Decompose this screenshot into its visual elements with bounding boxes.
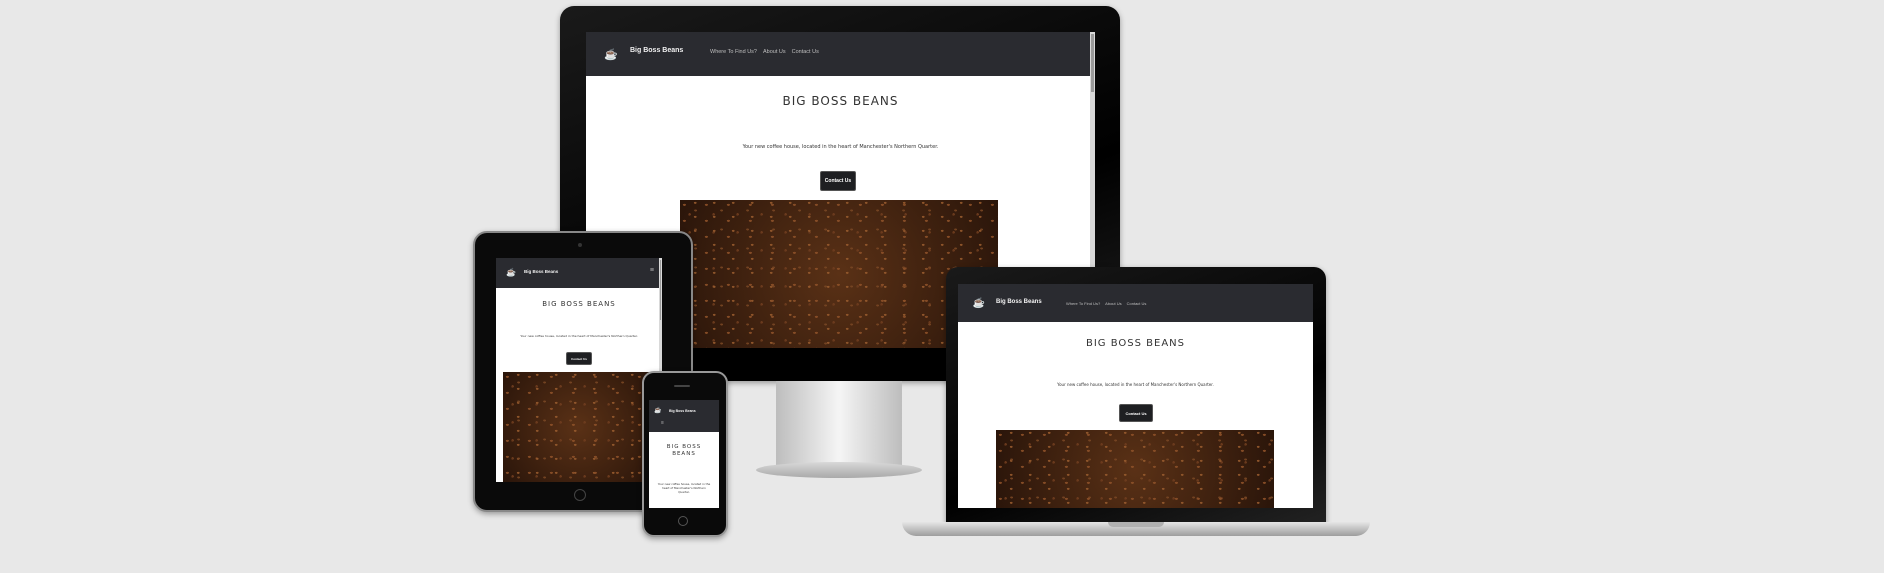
tagline: Your new coffee house, located in the he…: [657, 482, 711, 494]
page-title: BIG BOSS BEANS: [782, 94, 899, 108]
page-title-line-2: BEANS: [672, 451, 696, 457]
hero-image: [503, 372, 653, 482]
nav-where-to-find-us[interactable]: Where To Find Us?: [1066, 301, 1100, 306]
tagline: Your new coffee house, located in the he…: [1057, 382, 1214, 387]
hamburger-menu-icon[interactable]: ≡: [661, 420, 664, 426]
coffee-cup-logo-icon[interactable]: ☕: [504, 266, 518, 278]
hero-image: [996, 430, 1274, 508]
nav-contact-us[interactable]: Contact Us: [792, 49, 819, 55]
coffee-cup-logo-icon[interactable]: ☕: [653, 406, 663, 414]
tablet-home-button-icon: [574, 489, 586, 501]
phone-screen: ☕ Big Boss Beans ≡ BIG BOSS BEANS Your n…: [649, 400, 719, 508]
monitor-base: [756, 462, 922, 478]
site-header: ☕ Big Boss Beans ≡: [496, 258, 662, 288]
site-header: ☕ Big Boss Beans Where To Find Us? About…: [958, 284, 1313, 322]
tablet-screen: ☕ Big Boss Beans ≡ BIG BOSS BEANS Your n…: [496, 258, 662, 482]
page-title: BIG BOSS BEANS: [649, 444, 719, 458]
contact-us-button[interactable]: Contact Us: [1119, 404, 1153, 422]
brand-link[interactable]: Big Boss Beans: [996, 299, 1042, 305]
laptop-screen: ☕ Big Boss Beans Where To Find Us? About…: [958, 284, 1313, 508]
page-title: BIG BOSS BEANS: [542, 300, 616, 308]
contact-us-button[interactable]: Contact Us: [566, 352, 592, 365]
phone-home-button-icon: [678, 516, 688, 526]
coffee-cup-logo-icon[interactable]: ☕: [600, 46, 622, 62]
nav-about-us[interactable]: About Us: [763, 49, 786, 55]
tagline: Your new coffee house, located in the he…: [520, 334, 638, 338]
nav-contact-us[interactable]: Contact Us: [1127, 301, 1147, 306]
nav-menu: Where To Find Us? About Us Contact Us: [1066, 301, 1146, 306]
scrollbar-thumb[interactable]: [1091, 34, 1094, 92]
nav-where-to-find-us[interactable]: Where To Find Us?: [710, 49, 757, 55]
coffee-cup-logo-icon[interactable]: ☕: [970, 296, 988, 310]
nav-menu: Where To Find Us? About Us Contact Us: [710, 49, 819, 55]
tagline: Your new coffee house, located in the he…: [742, 144, 939, 150]
brand-link[interactable]: Big Boss Beans: [630, 47, 683, 54]
brand-link[interactable]: Big Boss Beans: [524, 269, 558, 274]
laptop-notch: [1108, 522, 1164, 527]
page-title-line-1: BIG BOSS: [666, 444, 702, 450]
phone-speaker-icon: [674, 385, 690, 387]
nav-about-us[interactable]: About Us: [1105, 301, 1121, 306]
site-header: ☕ Big Boss Beans ≡: [649, 400, 719, 432]
monitor-stand: [776, 381, 902, 471]
brand-link[interactable]: Big Boss Beans: [669, 409, 696, 413]
hamburger-menu-icon[interactable]: ≡: [650, 267, 654, 274]
site-header: ☕ Big Boss Beans Where To Find Us? About…: [586, 32, 1095, 76]
scrollbar-thumb[interactable]: [660, 260, 661, 320]
page-title: BIG BOSS BEANS: [1085, 338, 1185, 349]
tablet-camera-icon: [578, 243, 582, 247]
contact-us-button[interactable]: Contact Us: [820, 171, 856, 191]
